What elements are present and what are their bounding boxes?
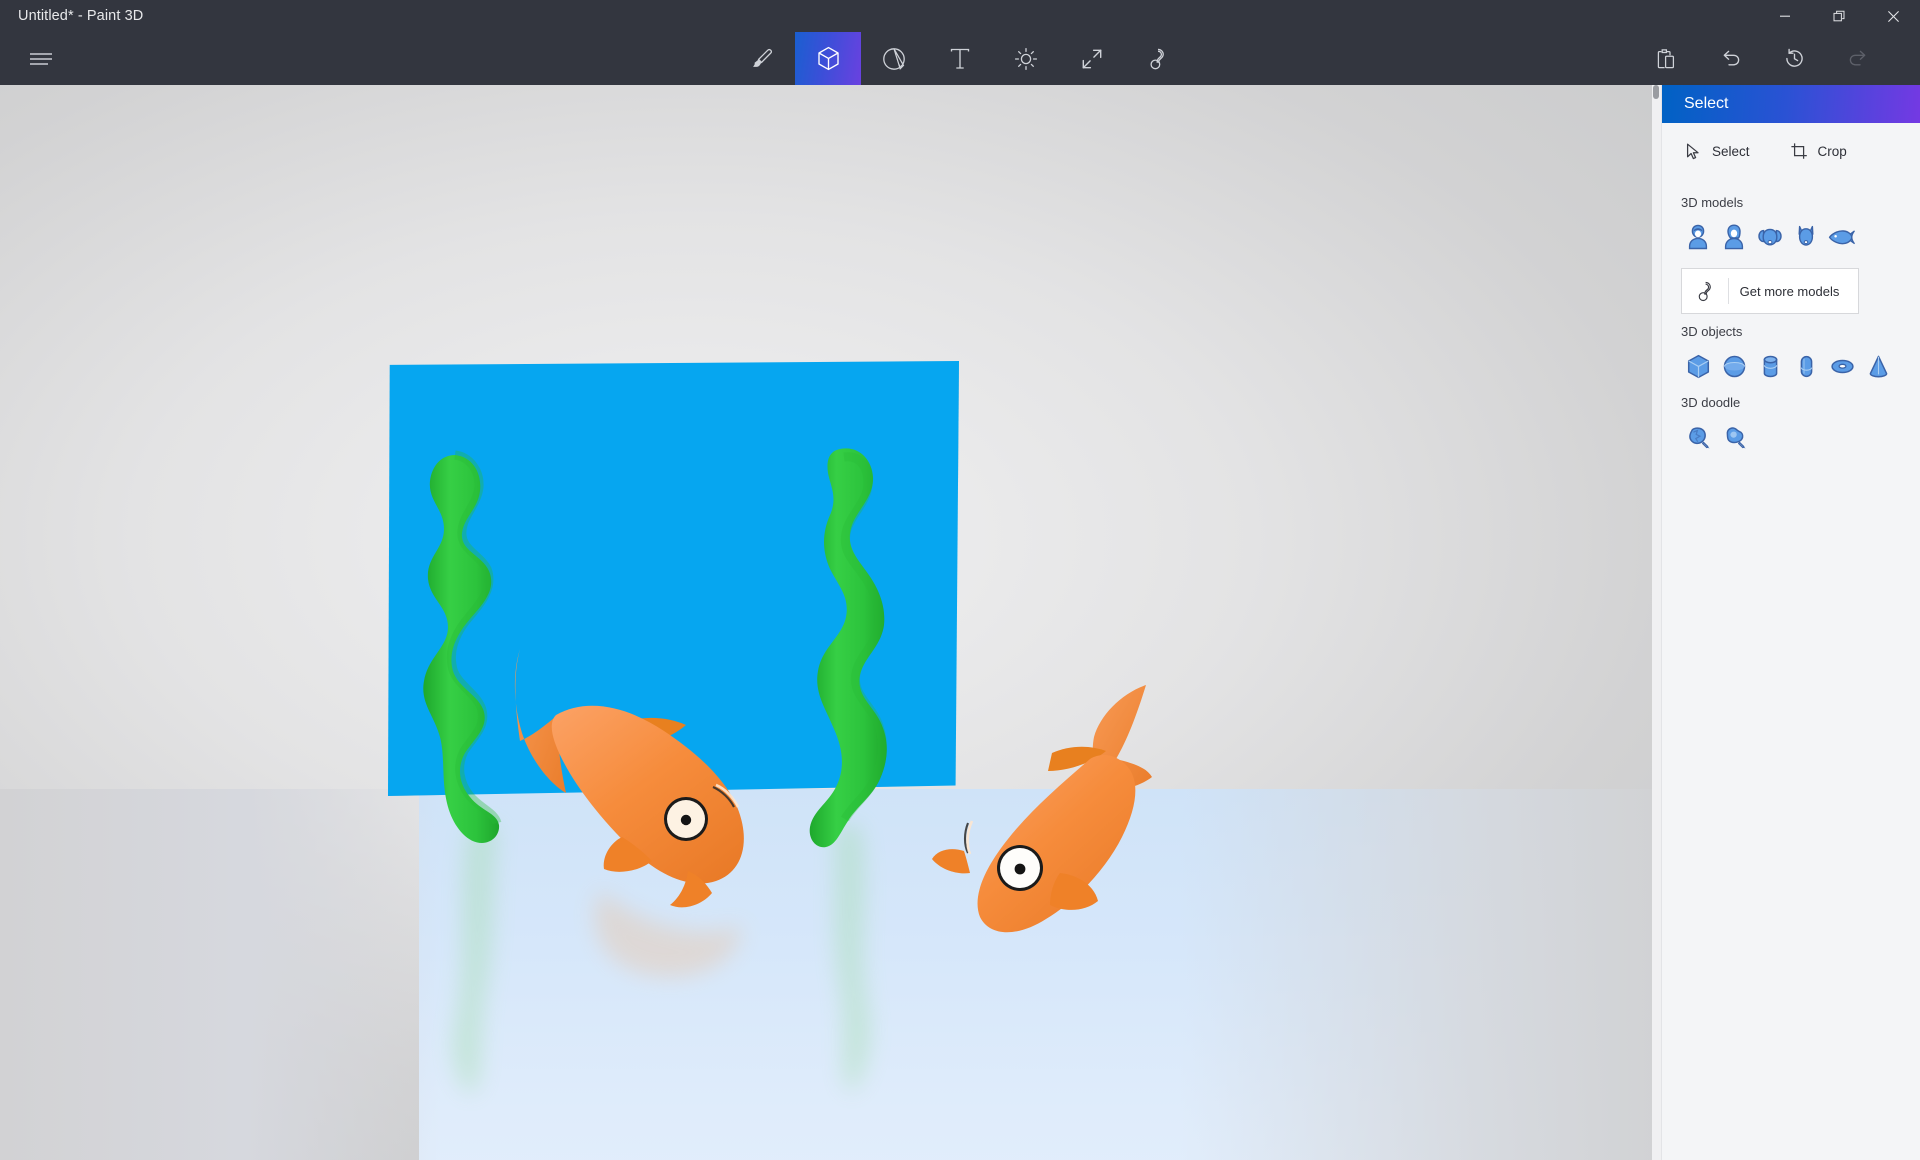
- capsule-object-icon: [1800, 355, 1812, 377]
- model-man[interactable]: [1680, 218, 1716, 256]
- section-title-3d-models: 3D models: [1681, 195, 1744, 210]
- paste-button[interactable]: [1634, 32, 1698, 85]
- get-more-models-label: Get more models: [1739, 283, 1840, 299]
- scene-objects: [423, 448, 1152, 1095]
- model-dog[interactable]: [1752, 218, 1788, 256]
- seaweed-left[interactable]: [423, 450, 502, 843]
- canvas-resize-icon: [1082, 49, 1102, 68]
- cone-object-icon: [1869, 355, 1887, 377]
- section-title-3d-objects: 3D objects: [1681, 324, 1743, 339]
- tool-panel: Select Select Crop 3D models Get more mo…: [1661, 85, 1920, 1160]
- model-cat[interactable]: [1788, 218, 1824, 256]
- get-more-models-button[interactable]: Get more models: [1681, 268, 1859, 314]
- minimize-icon: [1780, 15, 1790, 17]
- soft-doodle-icon: [1726, 426, 1746, 448]
- dog-model-icon: [1758, 228, 1782, 246]
- woman-model-icon: [1724, 224, 1744, 250]
- panel-title: Select: [1684, 95, 1729, 112]
- object-donut[interactable]: [1824, 347, 1860, 385]
- fish-model-icon: [1828, 230, 1855, 245]
- cylinder-object-icon: [1763, 355, 1777, 377]
- hamburger-icon: [30, 53, 52, 65]
- tool-stickers[interactable]: [861, 32, 927, 85]
- redo-arrow-icon: [1849, 50, 1865, 66]
- cat-model-icon: [1798, 225, 1814, 246]
- remix-3d-icon: [1150, 48, 1164, 69]
- object-cube[interactable]: [1680, 347, 1716, 385]
- window-controls: [1758, 0, 1920, 32]
- history-button[interactable]: [1762, 32, 1826, 85]
- brush-icon: [753, 48, 773, 67]
- 3d-objects-grid: [1680, 347, 1902, 385]
- panel-scrollbar[interactable]: [1652, 85, 1661, 1160]
- tab-select-label: Select: [1712, 143, 1750, 159]
- toolbar-actions: [1634, 32, 1890, 85]
- doodle-soft-edge[interactable]: [1716, 418, 1752, 456]
- panel-header: Select: [1662, 85, 1920, 123]
- tool-effects[interactable]: [993, 32, 1059, 85]
- doodle-sharp-edge[interactable]: [1680, 418, 1716, 456]
- object-sphere[interactable]: [1716, 347, 1752, 385]
- fish-left[interactable]: [514, 649, 744, 908]
- tool-group: [729, 32, 1191, 85]
- tab-crop[interactable]: Crop: [1784, 131, 1853, 171]
- sphere-object-icon: [1723, 355, 1745, 377]
- redo-button[interactable]: [1826, 32, 1890, 85]
- crop-icon: [1790, 142, 1807, 159]
- cube-icon: [817, 46, 839, 71]
- tool-3d-shapes[interactable]: [795, 32, 861, 85]
- sharp-doodle-icon: [1688, 426, 1710, 448]
- sun-effects-icon: [1014, 47, 1038, 70]
- history-clock-icon: [1785, 48, 1803, 67]
- close-button[interactable]: [1866, 0, 1920, 32]
- sticker-icon: [883, 47, 905, 70]
- model-woman[interactable]: [1716, 218, 1752, 256]
- clipboard-paste-icon: [1657, 48, 1675, 68]
- close-icon: [1887, 10, 1899, 22]
- tool-3d-library[interactable]: [1125, 32, 1191, 85]
- panel-body: 3D models Get more models 3D objects 3D …: [1662, 179, 1920, 456]
- 3d-doodle-grid: [1680, 418, 1902, 456]
- 3d-models-grid: [1680, 218, 1902, 256]
- object-cylinder[interactable]: [1752, 347, 1788, 385]
- top-toolbar: [0, 32, 1920, 85]
- seaweed-right[interactable]: [809, 448, 887, 848]
- section-title-3d-doodle: 3D doodle: [1681, 395, 1741, 410]
- torus-object-icon: [1830, 359, 1854, 373]
- remix-3d-icon: [1698, 281, 1711, 301]
- tab-select[interactable]: Select: [1678, 131, 1756, 171]
- panel-tabs: Select Crop: [1662, 123, 1920, 179]
- panel-scrollbar-thumb[interactable]: [1653, 85, 1659, 99]
- tool-text[interactable]: [927, 32, 993, 85]
- restore-icon: [1833, 10, 1844, 21]
- object-cone[interactable]: [1860, 347, 1896, 385]
- fish-right[interactable]: [932, 685, 1152, 933]
- canvas-viewport[interactable]: 95%: [0, 85, 1652, 1160]
- undo-button[interactable]: [1698, 32, 1762, 85]
- restore-button[interactable]: [1812, 0, 1866, 32]
- tool-art-tools[interactable]: [729, 32, 795, 85]
- text-t-icon: [950, 48, 970, 69]
- cursor-arrow-icon: [1686, 143, 1699, 159]
- cube-object-icon: [1687, 354, 1709, 378]
- model-fish[interactable]: [1824, 218, 1860, 256]
- window-title: Untitled* - Paint 3D: [18, 8, 144, 24]
- title-bar: Untitled* - Paint 3D: [0, 0, 1920, 32]
- tool-canvas[interactable]: [1059, 32, 1125, 85]
- get-more-models-icon-wrap: [1682, 280, 1728, 303]
- minimize-button[interactable]: [1758, 0, 1812, 32]
- menu-button[interactable]: [20, 44, 64, 74]
- man-model-icon: [1688, 224, 1708, 250]
- tab-crop-label: Crop: [1817, 143, 1847, 159]
- paint3d-window: Untitled* - Paint 3D Select Select Crop …: [0, 0, 1920, 1160]
- undo-arrow-icon: [1723, 50, 1739, 66]
- object-capsule[interactable]: [1788, 347, 1824, 385]
